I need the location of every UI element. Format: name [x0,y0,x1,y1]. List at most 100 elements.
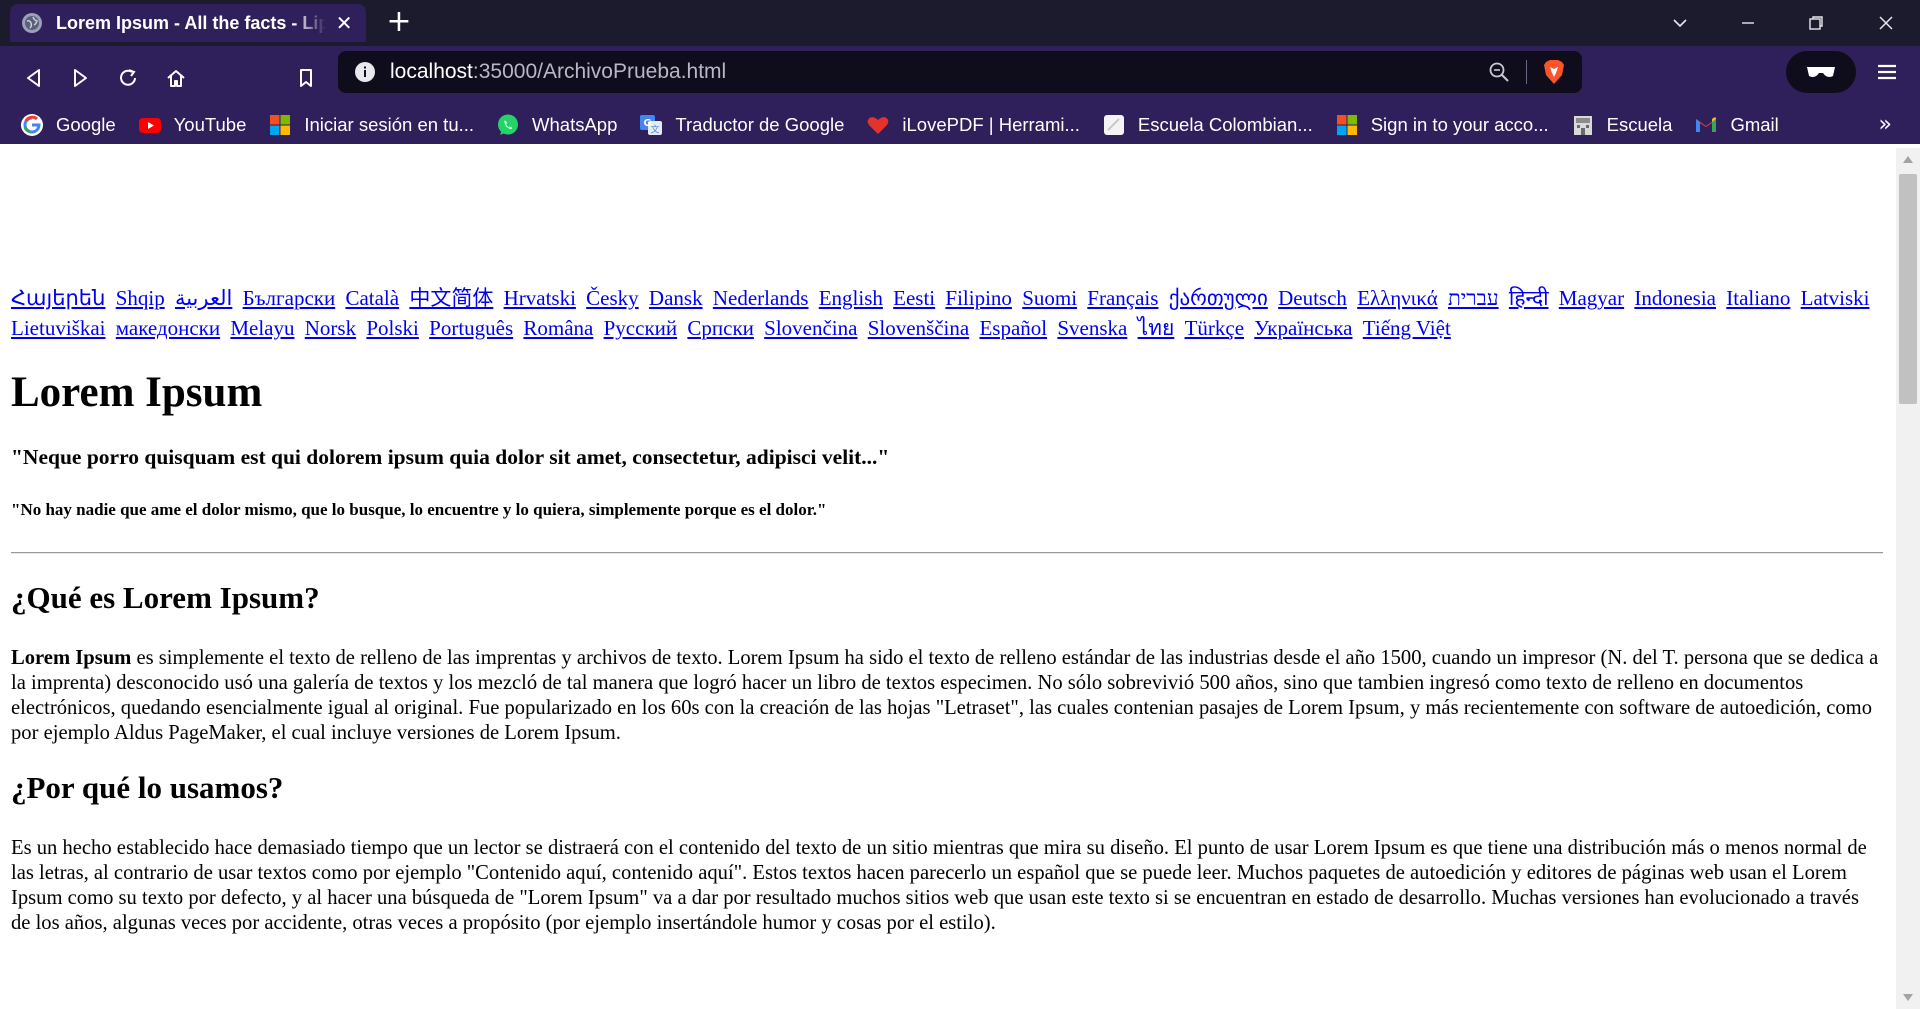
language-link[interactable]: Româna [523,316,593,340]
language-link[interactable]: 中文简体 [409,286,493,310]
language-link[interactable]: Italiano [1726,286,1790,310]
page-viewport: Հայերեն Shqip العربية Български Català 中… [0,148,1896,1009]
site-info-icon[interactable] [354,61,376,83]
language-link[interactable]: Eesti [893,286,935,310]
url-path: :35000/ArchivoPrueba.html [472,60,727,83]
language-link[interactable]: Pyccкий [604,316,678,340]
language-link[interactable]: Hrvatski [504,286,576,310]
bookmark-ilovepdf[interactable]: iLovePDF | Herrami... [866,113,1080,137]
language-link[interactable]: Slovenčina [764,316,857,340]
language-link[interactable]: Català [345,286,399,310]
bookmark-sign-in[interactable]: Sign in to your acco... [1335,113,1549,137]
language-link[interactable]: Filipino [945,286,1012,310]
bookmark-gmail[interactable]: Gmail [1694,113,1779,137]
scroll-up-arrow-icon[interactable] [1903,156,1913,163]
divider [11,552,1883,554]
close-window-icon[interactable] [1858,0,1914,46]
language-link[interactable]: English [819,286,883,310]
language-link[interactable]: Српски [687,316,754,340]
language-link[interactable]: Slovenščina [868,316,969,340]
language-link[interactable]: Shqip [116,286,165,310]
bookmark-label: Traductor de Google [675,114,845,135]
language-link[interactable]: Українська [1254,316,1352,340]
document-icon [1103,115,1124,135]
restore-icon[interactable] [1788,0,1844,46]
section-heading-por-que: ¿Por qué lo usamos? [11,770,284,805]
language-link[interactable]: Español [979,316,1047,340]
language-link[interactable]: Svenska [1057,316,1127,340]
language-link[interactable]: Polski [366,316,419,340]
bookmark-label: Sign in to your acco... [1370,114,1549,135]
forward-icon [74,69,87,87]
language-link[interactable]: Tiếng Việt [1363,316,1451,340]
language-link[interactable]: Suomi [1022,286,1077,310]
bookmark-youtube[interactable]: YouTube [138,113,247,137]
zoom-icon[interactable] [1488,61,1510,83]
reload-icon [120,69,136,86]
whatsapp-icon [498,114,519,135]
bookmark-label: YouTube [173,114,247,135]
urlbar-separator [1526,60,1527,84]
language-link[interactable]: Ελληνικά [1357,286,1438,310]
back-button[interactable] [16,60,52,96]
section-text-por-que: Es un hecho establecido hace demasiado t… [11,837,1867,934]
language-link[interactable]: Հայերեն [11,286,105,310]
language-link[interactable]: हिन्दी [1509,286,1549,310]
language-link[interactable]: العربية [175,286,232,310]
language-link[interactable]: Türkçe [1185,316,1244,340]
scroll-down-arrow-icon[interactable] [1903,994,1913,1001]
language-link[interactable]: Norsk [305,316,356,340]
home-button[interactable] [158,60,194,96]
bookmark-label: Escuela Colombian... [1137,114,1313,135]
language-link[interactable]: עברית [1448,286,1499,310]
spanish-quote: "No hay nadie que ame el dolor mismo, qu… [11,500,827,519]
language-link[interactable]: Dansk [649,286,703,310]
youtube-icon [138,118,161,133]
language-link[interactable]: Česky [586,286,639,310]
bookmark-google[interactable]: Google [20,113,116,137]
language-link[interactable]: Melayu [230,316,294,340]
bookmark-traductor[interactable]: G文 Traductor de Google [639,113,844,137]
language-link[interactable]: Nederlands [713,286,809,310]
close-tab-icon[interactable]: ✕ [334,11,354,35]
new-tab-button[interactable]: + [384,7,414,38]
language-link[interactable]: Lietuviškai [11,316,105,340]
bookmark-whatsapp[interactable]: WhatsApp [496,113,617,137]
bookmark-escuela[interactable]: Escuela [1571,113,1672,137]
language-link[interactable]: Български [243,286,336,310]
language-link[interactable]: Magyar [1559,286,1624,310]
bookmark-iniciar-sesion[interactable]: Iniciar sesión en tu... [268,113,474,137]
language-link[interactable]: ქართული [1169,286,1268,310]
language-link[interactable]: Indonesia [1634,286,1716,310]
url-host: localhost [390,60,473,83]
bookmark-escuela-colombiana[interactable]: Escuela Colombian... [1102,113,1313,137]
bookmark-page-button[interactable] [288,60,324,96]
language-link[interactable]: Latviski [1801,286,1870,310]
reload-button[interactable] [110,60,146,96]
ilovepdf-icon [868,117,889,134]
svg-text:文: 文 [651,124,660,136]
active-tab[interactable]: Lorem Ipsum - All the facts - Lipsum gen… [10,4,366,42]
language-link[interactable]: Français [1087,286,1158,310]
language-link[interactable]: Português [429,316,513,340]
tab-title: Lorem Ipsum - All the facts - Lipsum gen… [56,12,327,33]
page-scrollbar[interactable] [1896,148,1920,1009]
language-links: Հայերեն Shqip العربية Български Català 中… [11,284,1883,343]
microsoft-icon [1336,115,1357,135]
url-text[interactable]: localhost:35000/ArchivoPrueba.html [390,60,726,84]
tab-search-chevron-icon[interactable] [1652,0,1708,46]
forward-button[interactable] [62,60,98,96]
minimize-icon[interactable] [1720,0,1776,46]
language-link[interactable]: македонски [116,316,220,340]
menu-icon[interactable] [1874,58,1900,86]
bookmark-label: Gmail [1730,114,1779,135]
page-title: Lorem Ipsum [11,369,263,416]
language-link[interactable]: ไทย [1138,316,1175,340]
brave-shields-icon[interactable] [1542,59,1566,85]
address-bar[interactable]: localhost:35000/ArchivoPrueba.html [338,51,1582,93]
private-window-button[interactable] [1786,51,1856,93]
scroll-thumb[interactable] [1899,174,1917,404]
bookmark-label: Google [56,114,116,135]
language-link[interactable]: Deutsch [1278,286,1347,310]
more-bookmarks-icon[interactable]: » [1879,112,1892,137]
